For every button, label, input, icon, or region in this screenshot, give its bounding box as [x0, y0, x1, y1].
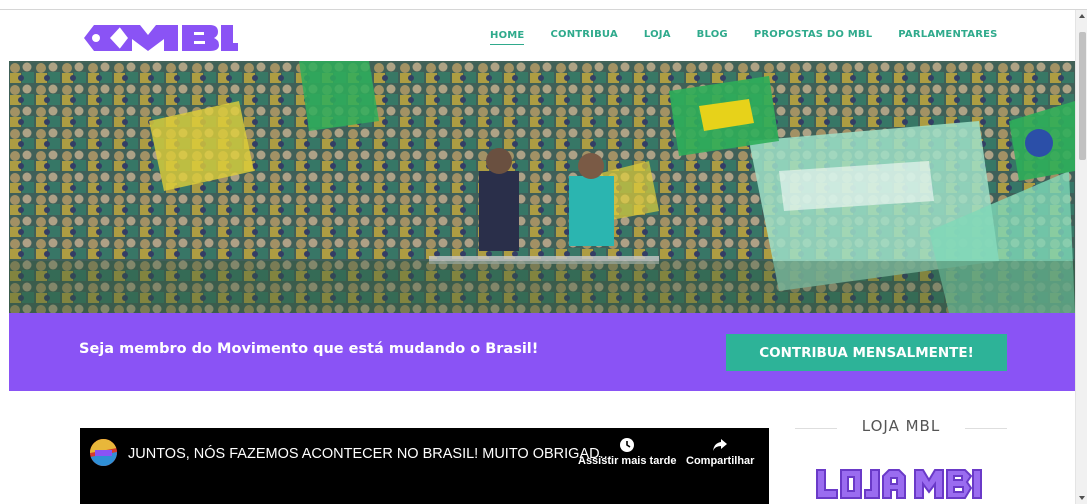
nav-home[interactable]: HOME [490, 30, 525, 45]
hero-crowd-image [9, 61, 1075, 313]
watch-later-button[interactable]: Assistir mais tarde [578, 438, 676, 467]
scroll-down-arrow-icon[interactable] [1079, 496, 1085, 500]
page-scrollbar[interactable] [1075, 10, 1087, 504]
nav-contribua[interactable]: CONTRIBUA [550, 29, 617, 45]
channel-avatar[interactable] [90, 439, 117, 466]
scrollbar-thumb[interactable] [1079, 32, 1086, 160]
watch-later-label: Assistir mais tarde [578, 455, 677, 467]
membership-banner: Seja membro do Movimento que está mudand… [9, 313, 1075, 391]
title-divider-right [965, 428, 1007, 429]
share-button[interactable]: Compartilhar [686, 438, 754, 467]
shop-title-text: LOJA MBL [861, 417, 941, 435]
clock-icon [620, 438, 635, 452]
sidebar-shop-title: LOJA MBL [795, 417, 1007, 437]
loja-mbl-logo[interactable] [815, 462, 983, 504]
nav-loja[interactable]: LOJA [644, 29, 671, 45]
site-header: HOME CONTRIBUA LOJA BLOG PROPOSTAS DO MB… [0, 10, 1075, 61]
nav-propostas[interactable]: PROPOSTAS DO MBL [754, 29, 872, 45]
membership-text: Seja membro do Movimento que está mudand… [79, 341, 539, 357]
main-nav: HOME CONTRIBUA LOJA BLOG PROPOSTAS DO MB… [490, 27, 1024, 47]
nav-parlamentares[interactable]: PARLAMENTARES [898, 29, 997, 45]
share-icon [713, 439, 728, 451]
nav-blog[interactable]: BLOG [697, 29, 728, 45]
browser-top-line [0, 0, 1087, 10]
video-title[interactable]: JUNTOS, NÓS FAZEMOS ACONTECER NO BRASIL!… [128, 446, 612, 462]
mbl-logo[interactable] [84, 21, 238, 55]
youtube-video-embed[interactable]: JUNTOS, NÓS FAZEMOS ACONTECER NO BRASIL!… [80, 428, 769, 504]
scroll-up-arrow-icon[interactable] [1079, 14, 1085, 18]
contribute-monthly-button[interactable]: CONTRIBUA MENSALMENTE! [726, 334, 1007, 371]
share-label: Compartilhar [686, 455, 755, 467]
